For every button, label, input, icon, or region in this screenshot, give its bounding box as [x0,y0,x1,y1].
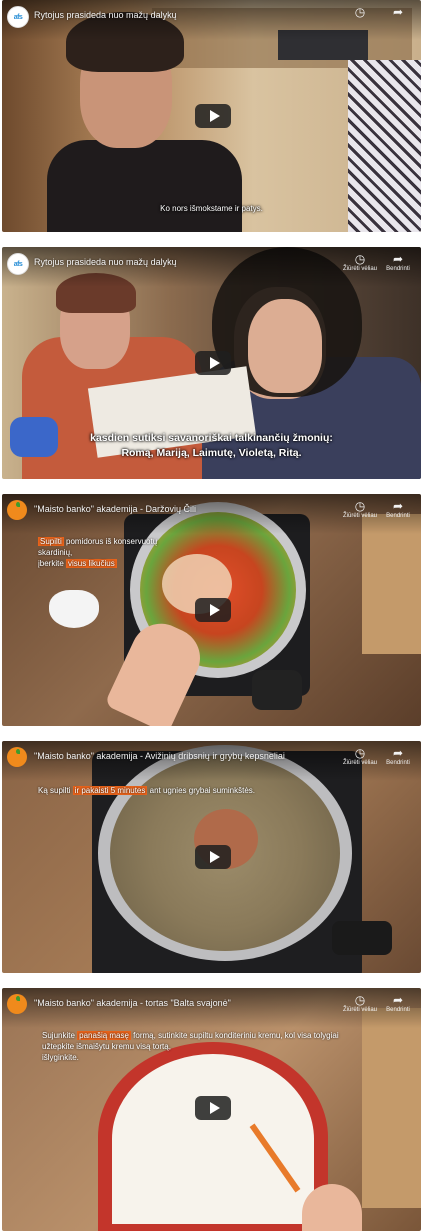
channel-logo[interactable] [7,500,27,520]
clock-icon: ◷ [354,993,366,1007]
video-title[interactable]: "Maisto banko" akademija - tortas "Balta… [34,998,231,1008]
video-subtitle: Ko nors išmokstame ir patys. [160,204,263,213]
recipe-caption: Ką supilti ir pakaisti 5 minutes ant ugn… [38,786,255,795]
video-card-4[interactable]: "Maisto banko" akademija - Avižinių drib… [2,741,421,973]
recipe-caption: Supilti pomidorus iš konservuotų skardin… [38,537,158,568]
watch-later-button[interactable]: ◷ Žiūrėti vėliau [343,746,377,766]
play-button[interactable] [195,104,231,128]
video-title[interactable]: "Maisto banko" akademija - Daržovių Čili [34,504,196,514]
clock-icon: ◷ [354,499,366,513]
subtitle-line-1: kasdien sutiksi savanoriškai talkinančių… [90,432,333,444]
share-arrow-icon: ➦ [392,5,404,19]
share-button[interactable]: ➦ Bendrinti [381,499,415,519]
share-arrow-icon: ➦ [392,993,404,1007]
share-button[interactable]: ➦ [381,5,415,19]
share-arrow-icon: ➦ [392,252,404,266]
play-button[interactable] [195,1096,231,1120]
watch-later-button[interactable]: ◷ Žiūrėti vėliau [343,252,377,272]
watch-later-button[interactable]: ◷ [343,5,377,19]
video-card-3[interactable]: "Maisto banko" akademija - Daržovių Čili… [2,494,421,726]
channel-logo[interactable]: afs [7,253,29,275]
channel-logo[interactable] [7,747,27,767]
share-button[interactable]: ➦ Bendrinti [381,746,415,766]
video-card-1[interactable]: afs Rytojus prasideda nuo mažų dalykų ◷ … [2,0,421,232]
video-title[interactable]: "Maisto banko" akademija - Avižinių drib… [34,751,285,761]
clock-icon: ◷ [354,5,366,19]
video-title[interactable]: Rytojus prasideda nuo mažų dalykų [34,257,177,267]
play-button[interactable] [195,845,231,869]
clock-icon: ◷ [354,746,366,760]
play-button[interactable] [195,598,231,622]
share-button[interactable]: ➦ Bendrinti [381,252,415,272]
clock-icon: ◷ [354,252,366,266]
share-arrow-icon: ➦ [392,746,404,760]
play-button[interactable] [195,351,231,375]
channel-logo[interactable] [7,994,27,1014]
video-card-5[interactable]: "Maisto banko" akademija - tortas "Balta… [2,988,421,1231]
video-title[interactable]: Rytojus prasideda nuo mažų dalykų [34,10,177,20]
share-arrow-icon: ➦ [392,499,404,513]
subtitle-line-2: Romą, Mariją, Laimutę, Violetą, Ritą. [121,447,302,459]
recipe-caption: Sujunkite panašią masę formą, sutinkite … [42,1031,339,1062]
watch-later-button[interactable]: ◷ Žiūrėti vėliau [343,499,377,519]
share-button[interactable]: ➦ Bendrinti [381,993,415,1013]
channel-logo[interactable]: afs [7,6,29,28]
video-subtitle: kasdien sutiksi savanoriškai talkinančių… [32,431,391,461]
video-feed: afs Rytojus prasideda nuo mažų dalykų ◷ … [0,0,423,1231]
watch-later-button[interactable]: ◷ Žiūrėti vėliau [343,993,377,1013]
video-card-2[interactable]: afs Rytojus prasideda nuo mažų dalykų ◷ … [2,247,421,479]
